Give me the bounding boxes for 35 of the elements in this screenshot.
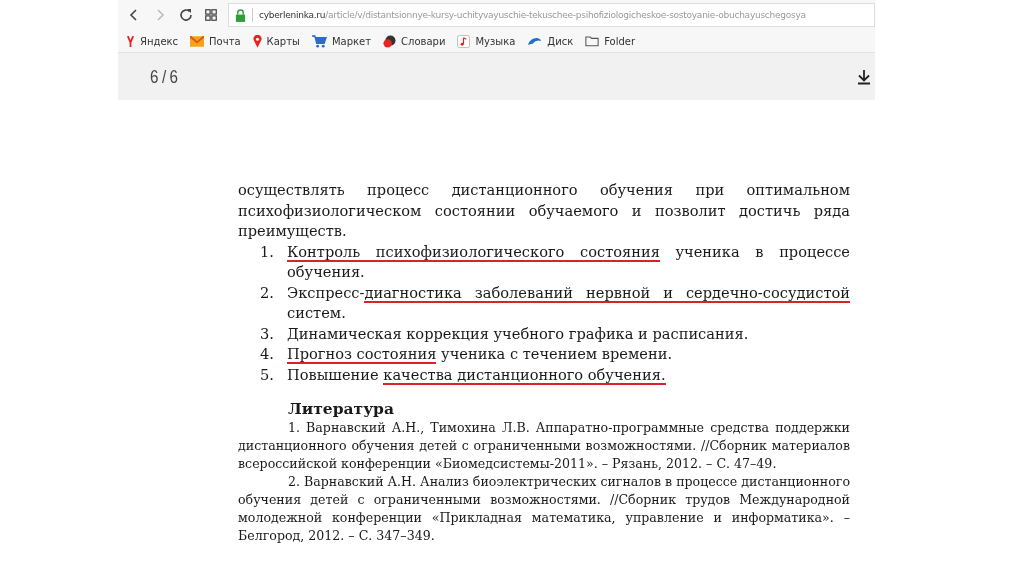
download-icon[interactable] <box>857 68 871 85</box>
list-item-text: Повышение качества дистанционного обучения. <box>287 364 667 385</box>
dictionary-icon <box>383 34 396 48</box>
list-number: 3. <box>259 323 275 344</box>
list-number: 1. <box>259 241 275 262</box>
list-item-text: Динамическая коррекция учебного графика и расписания. <box>287 323 750 344</box>
envelope-icon <box>190 35 205 47</box>
bookmark-link[interactable]: Словари <box>401 35 446 47</box>
bookmark-link[interactable]: Яндекс <box>140 35 179 47</box>
address-bar[interactable]: cyberleninka.ru/article/v/distantsionnye-kursy-uchityvayuschie-tekuschee-psihofiziologicheskoe-sostoyanie-obuchayuschegosya <box>228 3 875 27</box>
map-pin-icon <box>252 34 262 48</box>
reload-button[interactable] <box>178 7 194 23</box>
list-number: 4. <box>259 344 275 364</box>
list-item-text: Экспресс-диагностика заболеваний нервной и сердечно-сосудистой систем. <box>287 282 850 323</box>
bookmark-link[interactable]: Музыка <box>475 35 516 47</box>
references-heading: Литература <box>288 399 395 419</box>
bookmark-link[interactable]: Диск <box>547 35 574 47</box>
bookmark-link[interactable]: Folder <box>604 35 636 47</box>
list-item-text: Контроль психофизиологического состояния ученика в процессе обучения. <box>287 241 850 282</box>
yandex-logo-icon <box>126 34 135 48</box>
bookmark-link[interactable]: Карты <box>266 35 300 47</box>
reference-entry: 2. Варнавский А.Н. Анализ биоэлектрических сигналов в процессе дистанционного обучения детей с ограниченными возможностями. //Сборник трудов Международной молодежной конференции «Прикладная математика, управление и информатика». – Белгород, 2012. – С. 347–349. <box>238 473 850 545</box>
apps-grid-icon[interactable] <box>204 8 218 22</box>
music-note-icon <box>457 34 471 48</box>
list-item-text: Прогноз состояния ученика с течением времени. <box>287 344 674 365</box>
shopping-cart-icon <box>311 34 327 48</box>
bookmark-link[interactable]: Почта <box>209 35 241 47</box>
folder-icon <box>585 35 600 47</box>
list-number: 5. <box>259 364 275 385</box>
page-counter: 6 / 6 <box>150 65 178 88</box>
paragraph: осуществлять процесс дистанционного обучения при оптимальном психофизиологическом состоянии обучаемого и позволит достичь ряда преимуществ. <box>238 180 850 241</box>
lock-icon <box>235 8 246 22</box>
list-number: 2. <box>259 282 275 303</box>
reference-entry: 1. Варнавский А.Н., Тимохина Л.В. Аппаратно-программные средства поддержки дистанционного обучения детей с ограниченными возможностями. //Сборник материалов всероссийской конференции «Биомедсистемы-2011». – Рязань, 2012. – С. 47–49. <box>238 419 850 473</box>
bookmark-link[interactable]: Маркет <box>331 35 371 47</box>
